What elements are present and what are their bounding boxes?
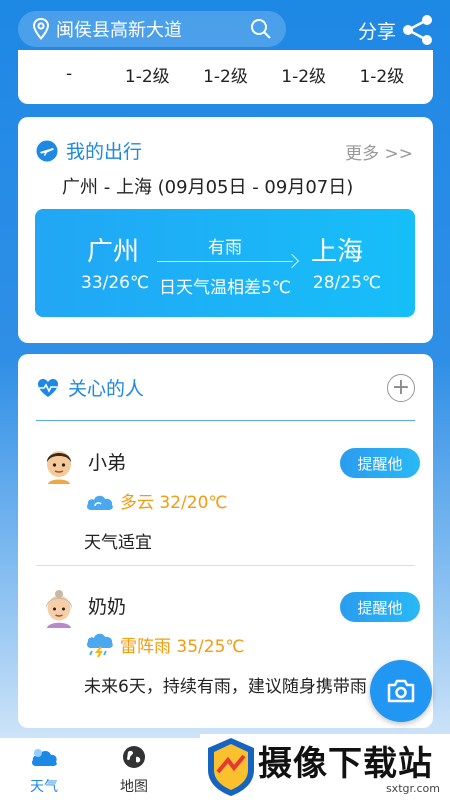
- nav-weather-label: 天气: [30, 779, 58, 795]
- nav-map-label: 地图: [120, 779, 148, 795]
- care-title: 关心的人: [68, 378, 145, 400]
- trip-summary-box[interactable]: 广州 有雨 上海 33/26℃ 日天气温相差5℃ 28/25℃: [35, 209, 415, 317]
- person-advice: 天气适宜: [84, 533, 152, 553]
- nav-map-tab[interactable]: 地图: [104, 744, 164, 796]
- watermark: 摄像下载站 sxtgr.com: [200, 734, 450, 800]
- wind-level-row: - 1-2级 1-2级 1-2级 1-2级: [18, 50, 433, 98]
- cloudy-icon: [87, 495, 113, 510]
- trip-to-temp: 28/25℃: [312, 273, 381, 293]
- heart-pulse-icon: [38, 378, 58, 397]
- trip-more-link[interactable]: 更多 >>: [345, 139, 413, 164]
- trip-to-city: 上海: [310, 237, 363, 267]
- location-search-bar[interactable]: 闽侯县高新大道: [18, 11, 286, 47]
- care-header: 关心的人: [36, 374, 144, 401]
- grandma-avatar-icon: [45, 590, 73, 628]
- wind-level: 1-2级: [124, 66, 170, 87]
- camera-button[interactable]: [370, 660, 432, 722]
- person-weather: 雷阵雨 35/25℃: [84, 630, 245, 658]
- trip-card: 我的出行 更多 >> 广州 - 上海 (09月05日 - 09月07日) 广州 …: [18, 117, 433, 343]
- thunderstorm-icon: [87, 633, 113, 658]
- person-weather-text: 雷阵雨 35/25℃: [120, 636, 245, 657]
- person-weather: 多云 32/20℃: [84, 486, 228, 514]
- location-text: 闽侯县高新大道: [56, 20, 182, 41]
- cloud-icon: [32, 749, 57, 766]
- share-button[interactable]: 分享: [358, 14, 434, 46]
- trip-route: 广州 - 上海 (09月05日 - 09月07日): [62, 177, 354, 198]
- wind-level: -: [66, 64, 73, 84]
- care-card: 关心的人 + 小弟 提醒他 多云 32/20℃ 天气适宜 奶奶 提醒他 雷阵雨 …: [18, 354, 433, 728]
- trip-title: 我的出行: [66, 141, 143, 163]
- location-pin-icon: [32, 18, 50, 40]
- remind-button[interactable]: 提醒他: [340, 592, 420, 622]
- wind-level: 1-2级: [281, 66, 327, 87]
- share-icon: [403, 15, 432, 45]
- share-label: 分享: [357, 20, 396, 43]
- watermark-logo: [208, 738, 254, 796]
- person-advice: 未来6天，持续有雨，建议随身携带雨: [84, 677, 367, 697]
- boy-avatar-icon: [47, 451, 71, 484]
- wind-level: 1-2级: [359, 66, 405, 87]
- airplane-icon: [36, 140, 58, 161]
- divider: [36, 420, 415, 421]
- trip-arrow-line: [157, 261, 293, 262]
- camera-icon: [387, 679, 415, 703]
- globe-icon: [123, 746, 145, 768]
- wind-level: 1-2级: [203, 66, 248, 87]
- divider: [36, 565, 415, 566]
- remind-button[interactable]: 提醒他: [340, 448, 420, 478]
- trip-header: 我的出行: [36, 137, 142, 164]
- add-person-button[interactable]: +: [387, 374, 415, 402]
- person-weather-text: 多云 32/20℃: [120, 492, 228, 513]
- person-name: 小弟: [88, 452, 127, 474]
- watermark-url: sxtgr.com: [385, 782, 440, 795]
- person-name: 奶奶: [88, 596, 127, 618]
- forecast-card: - 1-2级 1-2级 1-2级 1-2级: [18, 50, 433, 104]
- search-icon[interactable]: [250, 18, 272, 40]
- watermark-text: 摄像下载站: [258, 744, 433, 784]
- nav-weather-tab[interactable]: 天气: [14, 744, 74, 796]
